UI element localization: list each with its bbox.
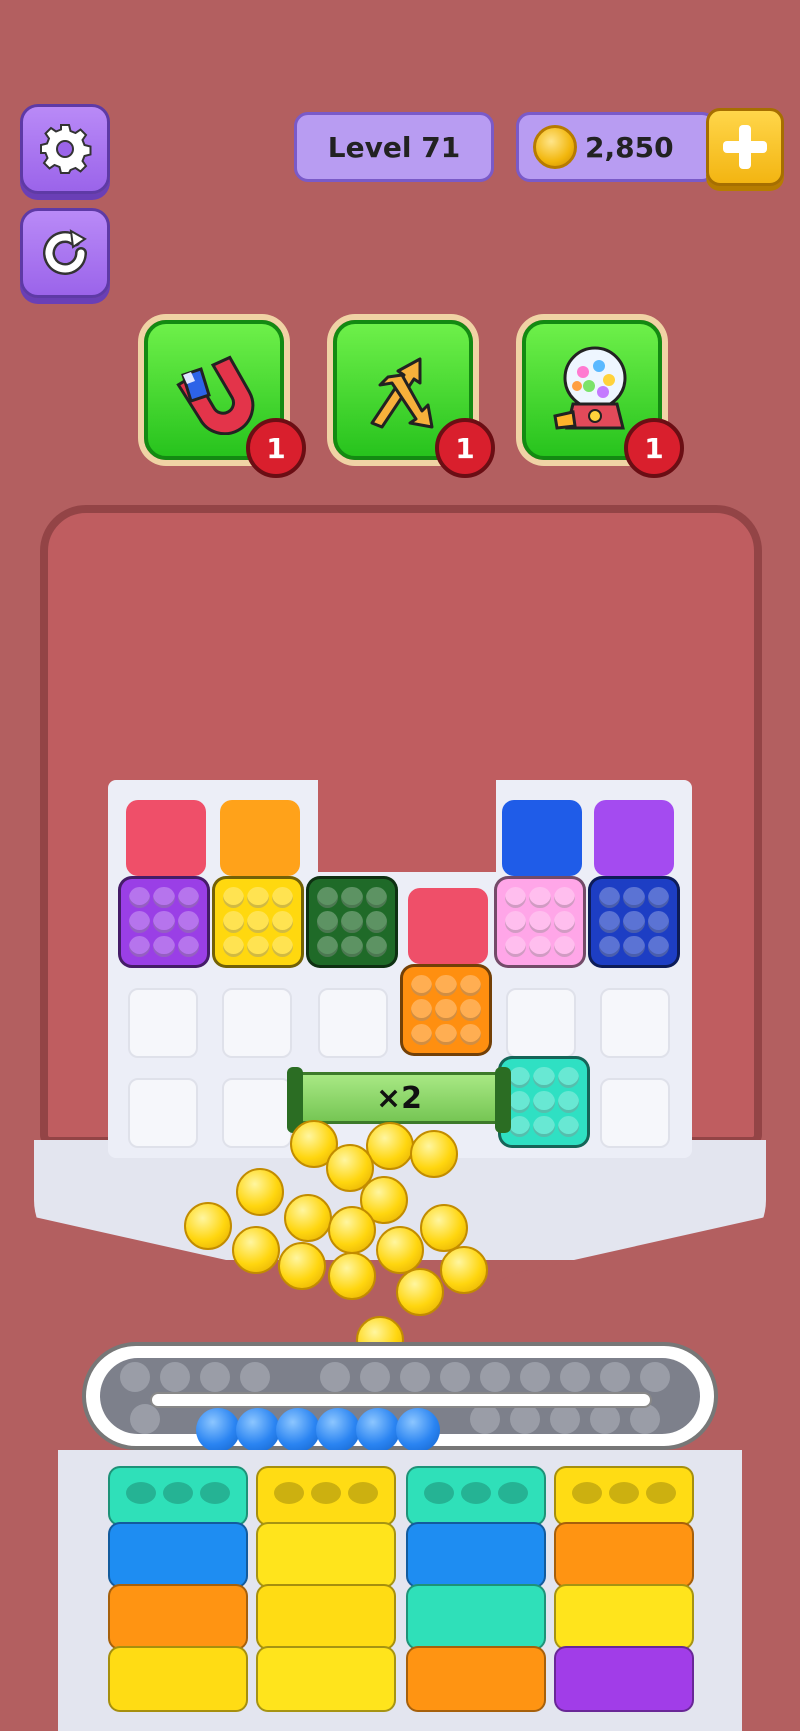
yellow-ball <box>278 1242 326 1290</box>
gumball-machine-icon <box>553 346 627 430</box>
track-slot <box>630 1404 660 1434</box>
track-slot <box>600 1362 630 1392</box>
block-navy-dots[interactable] <box>588 876 680 968</box>
yellow-ball <box>184 1202 232 1250</box>
bin-purple <box>554 1646 694 1712</box>
block-teal-dots[interactable] <box>498 1056 590 1148</box>
booster-count-badge: 1 <box>246 418 306 478</box>
grid-cell <box>128 988 198 1058</box>
blue-ball <box>316 1408 360 1452</box>
yellow-ball <box>232 1226 280 1274</box>
coin-amount: 2,850 <box>585 130 674 164</box>
settings-button[interactable] <box>20 104 110 194</box>
shuffle-booster[interactable]: 1 <box>333 320 495 478</box>
blue-ball <box>396 1408 440 1452</box>
track-slot <box>400 1362 430 1392</box>
yellow-ball <box>420 1204 468 1252</box>
booster-count-badge: 1 <box>435 418 495 478</box>
yellow-ball <box>328 1252 376 1300</box>
block-purple-dots[interactable] <box>118 876 210 968</box>
grid-cell <box>600 988 670 1058</box>
magnet-booster[interactable]: 1 <box>144 320 306 478</box>
bin-sky <box>108 1522 248 1588</box>
booster-count-badge: 1 <box>624 418 684 478</box>
conveyor-rail <box>150 1392 652 1408</box>
level-text: Level 71 <box>327 130 461 164</box>
track-slot <box>550 1404 580 1434</box>
block-pink-dots[interactable] <box>494 876 586 968</box>
booster-count: 1 <box>644 431 664 465</box>
grid-cell <box>600 1078 670 1148</box>
yellow-ball <box>396 1268 444 1316</box>
bin-orange <box>406 1646 546 1712</box>
block-blue[interactable] <box>502 800 582 876</box>
yellow-ball <box>284 1194 332 1242</box>
bin-yellow <box>108 1646 248 1712</box>
shuffle-arrows-icon <box>370 357 434 429</box>
gumball-booster[interactable]: 1 <box>522 320 684 478</box>
grid-cell <box>222 1078 292 1148</box>
multiplier-text: ×2 <box>375 1080 422 1116</box>
bin-orange <box>108 1584 248 1650</box>
bin-yellow <box>256 1466 396 1526</box>
track-slot <box>520 1362 550 1392</box>
track-slot <box>590 1404 620 1434</box>
grid-cell <box>222 988 292 1058</box>
track-slot <box>240 1362 270 1392</box>
bin-yellow <box>256 1522 396 1588</box>
track-slot <box>640 1362 670 1392</box>
coin-counter: 2,850 <box>516 112 716 182</box>
blue-ball <box>276 1408 320 1452</box>
track-slot <box>480 1362 510 1392</box>
grid-cell <box>506 988 576 1058</box>
block-orange[interactable] <box>220 800 300 876</box>
track-slot <box>120 1362 150 1392</box>
bin-teal <box>406 1584 546 1650</box>
bin-yellow <box>554 1466 694 1526</box>
bin-teal <box>406 1466 546 1526</box>
bin-sky <box>406 1522 546 1588</box>
track-slot <box>470 1404 500 1434</box>
bin-yellow <box>256 1584 396 1650</box>
yellow-ball <box>328 1206 376 1254</box>
track-slot <box>320 1362 350 1392</box>
grid-cell <box>128 1078 198 1148</box>
block-darkgreen-dots[interactable] <box>306 876 398 968</box>
yellow-ball <box>440 1246 488 1294</box>
yellow-ball <box>410 1130 458 1178</box>
bin-orange <box>554 1522 694 1588</box>
grid-cell <box>318 988 388 1058</box>
coin-icon <box>533 125 577 169</box>
add-coins-button[interactable] <box>706 108 784 186</box>
block-yellow-dots[interactable] <box>212 876 304 968</box>
booster-count: 1 <box>455 431 475 465</box>
booster-count: 1 <box>266 431 286 465</box>
block-purple[interactable] <box>594 800 674 876</box>
track-slot <box>160 1362 190 1392</box>
track-slot <box>130 1404 160 1434</box>
blue-ball <box>236 1408 280 1452</box>
bin-yellow <box>256 1646 396 1712</box>
yellow-ball <box>376 1226 424 1274</box>
bin-teal <box>108 1466 248 1526</box>
blue-ball <box>196 1408 240 1452</box>
yellow-ball <box>236 1168 284 1216</box>
track-slot <box>360 1362 390 1392</box>
restart-button[interactable] <box>20 208 110 298</box>
track-slot <box>200 1362 230 1392</box>
track-slot <box>440 1362 470 1392</box>
track-slot <box>560 1362 590 1392</box>
block-orange-dots[interactable] <box>400 964 492 1056</box>
track-slot <box>510 1404 540 1434</box>
grid-notch <box>318 776 496 872</box>
block-red[interactable] <box>408 888 488 964</box>
level-label: Level 71 <box>294 112 494 182</box>
blue-ball <box>356 1408 400 1452</box>
block-red[interactable] <box>126 800 206 876</box>
bin-yellow <box>554 1584 694 1650</box>
gear-icon <box>40 124 92 174</box>
magnet-icon <box>176 355 255 435</box>
multiplier-gate: ×2 <box>287 1067 511 1133</box>
restart-icon <box>43 229 87 275</box>
